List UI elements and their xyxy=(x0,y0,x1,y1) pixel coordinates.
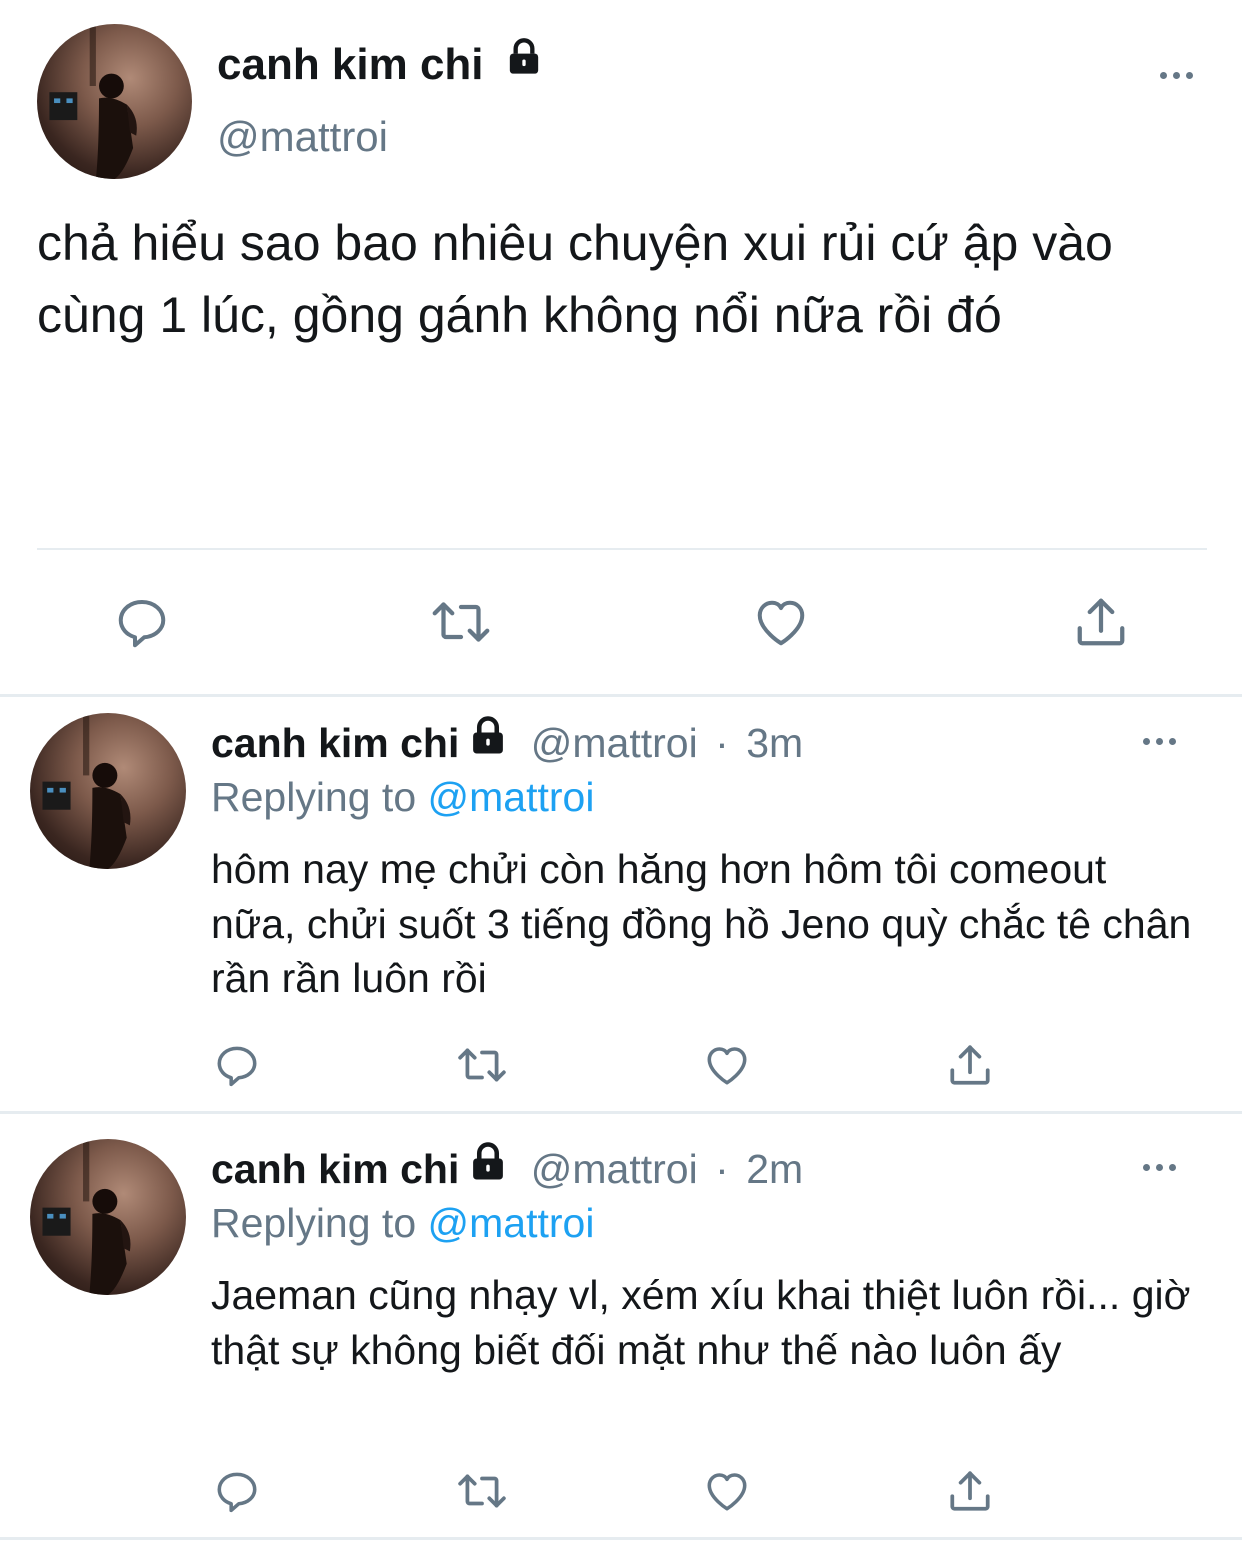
replying-to: Replying to @mattroi xyxy=(211,770,594,824)
timestamp[interactable]: 3m xyxy=(746,720,803,766)
divider xyxy=(0,1537,1242,1540)
author-handle[interactable]: @mattroi xyxy=(531,720,698,766)
lock-icon xyxy=(504,36,544,90)
avatar-image xyxy=(42,713,131,869)
author-name[interactable]: canh kim chi xyxy=(211,720,459,766)
avatar[interactable] xyxy=(37,24,192,179)
avatar-image xyxy=(42,1139,131,1295)
replying-label: Replying to xyxy=(211,774,417,820)
replying-label: Replying to xyxy=(211,1200,417,1246)
retweet-icon[interactable] xyxy=(454,1040,510,1090)
replying-to: Replying to @mattroi xyxy=(211,1196,594,1250)
retweet-icon[interactable] xyxy=(428,592,494,652)
reply-header: canh kim chi @mattroi · 2m xyxy=(211,1141,803,1196)
share-icon[interactable] xyxy=(944,1040,996,1090)
heart-icon[interactable] xyxy=(750,592,812,652)
reply-icon[interactable] xyxy=(212,1040,262,1090)
avatar[interactable] xyxy=(30,1139,186,1295)
reply-header: canh kim chi @mattroi · 3m xyxy=(211,715,803,770)
retweet-icon[interactable] xyxy=(454,1466,510,1516)
reply-icon[interactable] xyxy=(112,592,172,652)
reply-icon[interactable] xyxy=(212,1466,262,1516)
more-icon[interactable] xyxy=(1143,736,1176,746)
author-row: canh kim chi xyxy=(217,38,544,92)
mention-link[interactable]: @mattroi xyxy=(428,774,595,820)
divider xyxy=(0,1111,1242,1114)
avatar-image xyxy=(49,24,137,179)
reply-text: Jaeman cũng nhạy vl, xém xíu khai thiệt … xyxy=(211,1272,1191,1373)
share-icon[interactable] xyxy=(944,1466,996,1516)
separator: · xyxy=(715,1146,729,1192)
more-icon[interactable] xyxy=(1143,1162,1176,1172)
heart-icon[interactable] xyxy=(701,1466,753,1516)
divider xyxy=(37,548,1207,550)
author-handle[interactable]: @mattroi xyxy=(217,110,388,164)
tweet-text: chả hiểu sao bao nhiêu chuyện xui rủi cứ… xyxy=(37,215,1113,343)
author-name[interactable]: canh kim chi xyxy=(217,40,484,89)
divider xyxy=(0,694,1242,697)
heart-icon[interactable] xyxy=(701,1040,753,1090)
avatar[interactable] xyxy=(30,713,186,869)
author-handle[interactable]: @mattroi xyxy=(531,1146,698,1192)
mention-link[interactable]: @mattroi xyxy=(428,1200,595,1246)
author-name[interactable]: canh kim chi xyxy=(211,1146,459,1192)
reply-text: hôm nay mẹ chửi còn hăng hơn hôm tôi com… xyxy=(211,846,1192,1001)
share-icon[interactable] xyxy=(1070,592,1132,652)
more-icon[interactable] xyxy=(1160,70,1193,80)
lock-icon xyxy=(467,1141,509,1196)
lock-icon xyxy=(467,715,509,770)
separator: · xyxy=(715,720,729,766)
timestamp[interactable]: 2m xyxy=(746,1146,803,1192)
